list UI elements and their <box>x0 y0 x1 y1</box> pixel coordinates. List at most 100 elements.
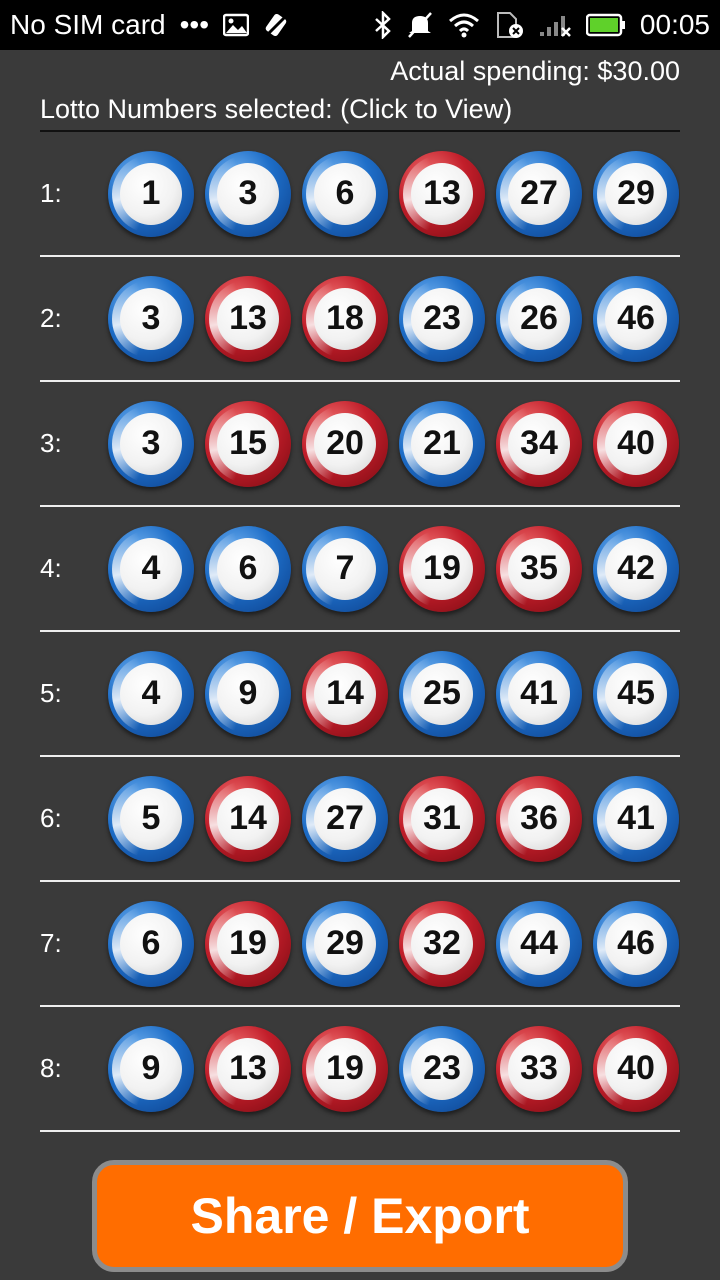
lotto-ball: 45 <box>593 650 679 737</box>
status-bar-right: 00:05 <box>374 9 710 41</box>
lotto-balls: 4 9 14 25 41 45 <box>108 650 679 737</box>
lotto-row[interactable]: 7: 6 19 29 32 44 46 <box>40 882 680 1007</box>
lotto-row[interactable]: 5: 4 9 14 25 41 45 <box>40 632 680 757</box>
ball-number: 41 <box>508 662 570 725</box>
lotto-numbers-selected-link[interactable]: Lotto Numbers selected: (Click to View) <box>40 90 680 128</box>
ball-number: 27 <box>314 787 376 850</box>
wifi-icon <box>448 12 480 38</box>
lotto-ball: 34 <box>496 400 582 487</box>
lotto-balls: 4 6 7 19 35 42 <box>108 525 679 612</box>
actual-spending: Actual spending: $30.00 <box>390 56 680 86</box>
ball-number: 41 <box>605 787 667 850</box>
lotto-row[interactable]: 4: 4 6 7 19 35 42 <box>40 507 680 632</box>
sim-error-icon <box>494 11 524 39</box>
lotto-row[interactable]: 1: 1 3 6 13 27 29 <box>40 132 680 257</box>
ball-number: 7 <box>314 537 376 600</box>
lotto-ball: 46 <box>593 275 679 362</box>
clock: 00:05 <box>639 9 710 40</box>
lotto-ball: 1 <box>108 150 194 237</box>
ball-number: 3 <box>217 162 279 225</box>
lotto-ball: 40 <box>593 1025 679 1112</box>
lotto-row[interactable]: 8: 9 13 19 23 33 40 <box>40 1007 680 1132</box>
ball-number: 44 <box>508 912 570 975</box>
ball-number: 46 <box>605 912 667 975</box>
battery-icon <box>585 13 626 37</box>
ball-number: 13 <box>411 162 473 225</box>
lotto-ball: 15 <box>205 400 291 487</box>
ball-number: 34 <box>508 412 570 475</box>
lotto-row[interactable]: 3: 3 15 20 21 34 40 <box>40 382 680 507</box>
lotto-ball: 29 <box>302 900 388 987</box>
ball-number: 31 <box>411 787 473 850</box>
lotto-ball: 5 <box>108 775 194 862</box>
row-number: 8: <box>40 1053 62 1083</box>
lotto-balls: 5 14 27 31 36 41 <box>108 775 679 862</box>
lotto-ball: 46 <box>593 900 679 987</box>
lotto-ball: 31 <box>399 775 485 862</box>
lotto-row[interactable]: 6: 5 14 27 31 36 41 <box>40 757 680 882</box>
lotto-ball: 3 <box>205 150 291 237</box>
ball-number: 18 <box>314 287 376 350</box>
lotto-ball: 6 <box>302 150 388 237</box>
lotto-ball: 19 <box>302 1025 388 1112</box>
ball-number: 45 <box>605 662 667 725</box>
carrier-text: No SIM card <box>10 9 166 40</box>
ball-number: 33 <box>508 1037 570 1100</box>
lotto-ball: 9 <box>205 650 291 737</box>
bluetooth-icon <box>374 11 392 39</box>
ball-number: 6 <box>217 537 279 600</box>
ball-number: 5 <box>120 787 182 850</box>
lotto-ball: 14 <box>302 650 388 737</box>
lotto-ball: 29 <box>593 150 679 237</box>
ball-number: 19 <box>314 1037 376 1100</box>
ball-number: 4 <box>120 537 182 600</box>
lotto-ball: 27 <box>302 775 388 862</box>
ball-number: 32 <box>411 912 473 975</box>
row-number: 1: <box>40 178 62 208</box>
lotto-ball: 13 <box>399 150 485 237</box>
header: Actual spending: $30.00 Lotto Numbers se… <box>40 52 680 128</box>
lotto-ball: 33 <box>496 1025 582 1112</box>
ball-number: 15 <box>217 412 279 475</box>
lotto-ball: 40 <box>593 400 679 487</box>
lotto-ball: 3 <box>108 275 194 362</box>
lotto-row[interactable]: 2: 3 13 18 23 26 46 <box>40 257 680 382</box>
lotto-rows-list[interactable]: 1: 1 3 6 13 27 29 2: 3 13 18 23 26 46 3: 3 15 20 21 34 40 4: 4… <box>40 132 680 1160</box>
lotto-ball: 41 <box>593 775 679 862</box>
lotto-ball: 4 <box>108 525 194 612</box>
lotto-ball: 3 <box>108 400 194 487</box>
ball-number: 19 <box>217 912 279 975</box>
ball-number: 29 <box>605 162 667 225</box>
lotto-ball: 41 <box>496 650 582 737</box>
ball-number: 29 <box>314 912 376 975</box>
row-number: 6: <box>40 803 62 833</box>
row-number: 5: <box>40 678 62 708</box>
lotto-balls: 6 19 29 32 44 46 <box>108 900 679 987</box>
ball-number: 21 <box>411 412 473 475</box>
ball-number: 25 <box>411 662 473 725</box>
ball-number: 4 <box>120 662 182 725</box>
row-number: 2: <box>40 303 62 333</box>
ball-number: 6 <box>314 162 376 225</box>
ball-number: 27 <box>508 162 570 225</box>
ball-number: 23 <box>411 287 473 350</box>
row-number: 7: <box>40 928 62 958</box>
ball-number: 3 <box>120 412 182 475</box>
ball-number: 3 <box>120 287 182 350</box>
ball-number: 13 <box>217 287 279 350</box>
ball-number: 13 <box>217 1037 279 1100</box>
ball-number: 20 <box>314 412 376 475</box>
ball-number: 23 <box>411 1037 473 1100</box>
ball-number: 9 <box>120 1037 182 1100</box>
ball-number: 40 <box>605 1037 667 1100</box>
lotto-ball: 23 <box>399 275 485 362</box>
status-bar-left: No SIM card ••• <box>10 9 291 41</box>
lotto-ball: 4 <box>108 650 194 737</box>
notification-dots: ••• <box>179 9 210 40</box>
share-export-button[interactable]: Share / Export <box>92 1160 628 1272</box>
ball-number: 40 <box>605 412 667 475</box>
lotto-ball: 23 <box>399 1025 485 1112</box>
lotto-balls: 3 13 18 23 26 46 <box>108 275 679 362</box>
lotto-ball: 19 <box>205 900 291 987</box>
row-number: 3: <box>40 428 62 458</box>
